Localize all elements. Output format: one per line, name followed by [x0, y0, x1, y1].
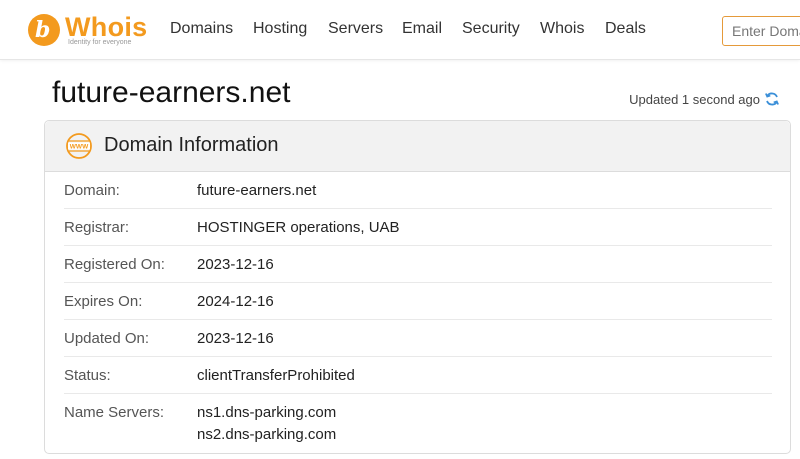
row-registered-on: Registered On: 2023-12-16 — [64, 246, 772, 283]
logo-mark-icon: b — [28, 14, 60, 46]
row-value: future-earners.net — [197, 182, 317, 199]
info-table: Domain: future-earners.net Registrar: HO… — [64, 172, 772, 454]
row-value: HOSTINGER operations, UAB — [197, 219, 400, 236]
row-label: Status: — [64, 367, 111, 384]
row-label: Name Servers: — [64, 404, 165, 421]
nav-domains[interactable]: Domains — [170, 20, 233, 38]
logo-tagline: Identity for everyone — [68, 39, 132, 46]
row-registrar: Registrar: HOSTINGER operations, UAB — [64, 209, 772, 246]
page-title: future-earners.net — [52, 76, 291, 109]
search-input[interactable] — [722, 16, 800, 46]
row-label: Domain: — [64, 182, 120, 199]
row-expires-on: Expires On: 2024-12-16 — [64, 283, 772, 320]
card-header: WWW Domain Information — [45, 121, 790, 172]
nav-email[interactable]: Email — [402, 20, 442, 38]
row-value: clientTransferProhibited — [197, 367, 355, 384]
row-name-servers: Name Servers: ns1.dns-parking.com ns2.dn… — [64, 394, 772, 454]
svg-text:WWW: WWW — [70, 144, 89, 151]
refresh-icon[interactable] — [764, 91, 780, 107]
row-label: Expires On: — [64, 293, 143, 310]
row-value: 2023-12-16 — [197, 256, 274, 273]
nav-deals[interactable]: Deals — [605, 20, 646, 38]
row-status: Status: clientTransferProhibited — [64, 357, 772, 394]
row-value: 2023-12-16 — [197, 330, 274, 347]
nav-hosting[interactable]: Hosting — [253, 20, 307, 38]
row-updated-on: Updated On: 2023-12-16 — [64, 320, 772, 357]
www-icon: WWW — [66, 133, 92, 159]
row-label: Registrar: — [64, 219, 130, 236]
row-label: Updated On: — [64, 330, 150, 347]
nav-whois[interactable]: Whois — [540, 20, 584, 38]
row-value-secondary: ns2.dns-parking.com — [197, 426, 337, 443]
nav-servers[interactable]: Servers — [328, 20, 383, 38]
row-domain: Domain: future-earners.net — [64, 172, 772, 209]
card-title: Domain Information — [104, 134, 279, 156]
top-navigation-bar: b Whois Identity for everyone Domains Ho… — [0, 0, 800, 60]
domain-information-card: WWW Domain Information Domain: future-ea… — [44, 120, 791, 454]
whois-logo[interactable]: b Whois Identity for everyone — [28, 12, 147, 50]
row-value: ns1.dns-parking.com — [197, 404, 337, 421]
row-value: 2024-12-16 — [197, 293, 274, 310]
row-label: Registered On: — [64, 256, 165, 273]
updated-status: Updated 1 second ago — [629, 92, 760, 107]
nav-security[interactable]: Security — [462, 20, 520, 38]
